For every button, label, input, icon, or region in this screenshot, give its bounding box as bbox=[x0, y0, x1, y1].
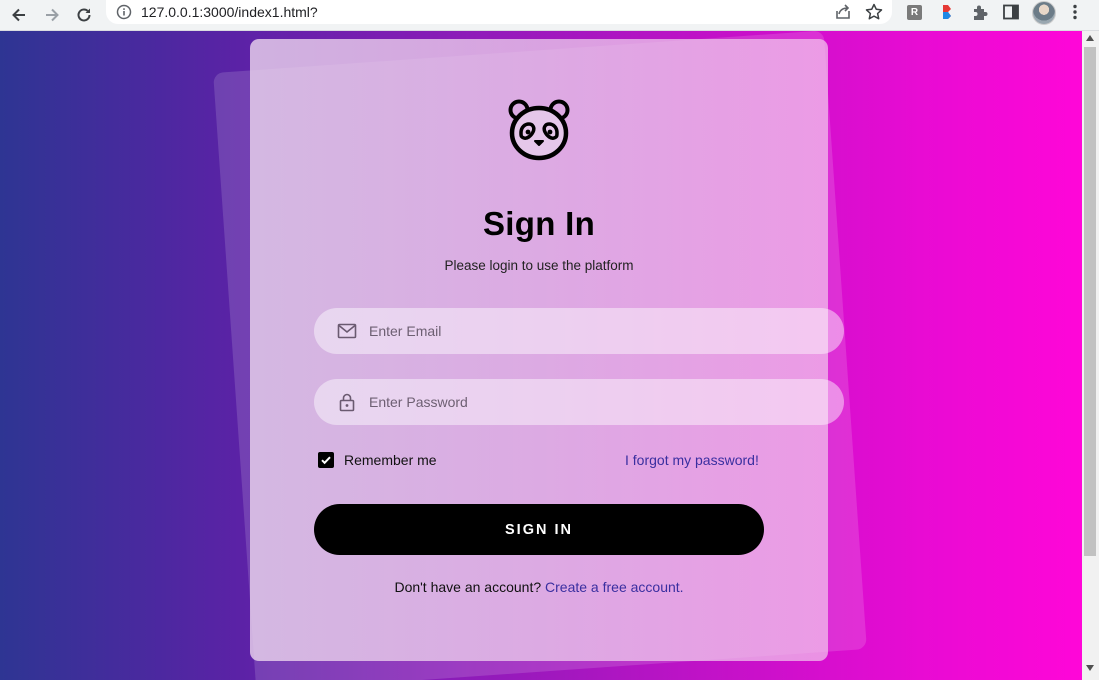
lock-icon bbox=[339, 393, 355, 412]
password-field[interactable] bbox=[314, 379, 844, 425]
scrollbar-thumb[interactable] bbox=[1084, 47, 1096, 556]
envelope-icon bbox=[337, 323, 357, 339]
signup-prompt: Don't have an account? Create a free acc… bbox=[250, 579, 828, 595]
bookmark-star-icon[interactable] bbox=[864, 2, 884, 22]
url-text[interactable]: 127.0.0.1:3000/index1.html? bbox=[141, 4, 318, 20]
email-input[interactable] bbox=[369, 308, 819, 354]
side-panel-icon[interactable] bbox=[1002, 3, 1020, 21]
remember-me: Remember me bbox=[318, 452, 437, 468]
remember-checkbox[interactable] bbox=[318, 452, 334, 468]
address-bar[interactable]: 127.0.0.1:3000/index1.html? bbox=[106, 0, 892, 24]
forgot-password-link[interactable]: I forgot my password! bbox=[625, 452, 759, 468]
forward-icon[interactable] bbox=[40, 3, 64, 27]
vertical-scrollbar[interactable] bbox=[1082, 31, 1099, 680]
login-card: Sign In Please login to use the platform… bbox=[250, 39, 844, 661]
extension-b-icon[interactable] bbox=[940, 4, 954, 20]
scroll-up-arrow-icon[interactable] bbox=[1086, 35, 1094, 41]
panda-icon bbox=[508, 99, 570, 161]
browser-toolbar: 127.0.0.1:3000/index1.html? R bbox=[0, 0, 1099, 31]
extension-r-icon[interactable]: R bbox=[907, 5, 922, 20]
profile-avatar[interactable] bbox=[1032, 1, 1056, 25]
scroll-down-arrow-icon[interactable] bbox=[1086, 665, 1094, 671]
remember-label[interactable]: Remember me bbox=[344, 452, 437, 468]
share-icon[interactable] bbox=[833, 2, 853, 22]
info-icon[interactable] bbox=[116, 4, 132, 20]
checkmark-icon bbox=[321, 456, 331, 465]
extensions-puzzle-icon[interactable] bbox=[970, 3, 990, 23]
sign-in-button[interactable]: SIGN IN bbox=[314, 504, 764, 555]
page-subtitle: Please login to use the platform bbox=[444, 258, 634, 273]
create-account-link[interactable]: Create a free account. bbox=[545, 579, 684, 595]
page-title: Sign In bbox=[482, 205, 596, 242]
page-background: Sign In Please login to use the platform… bbox=[0, 31, 1082, 680]
password-input[interactable] bbox=[369, 379, 819, 425]
reload-icon[interactable] bbox=[72, 3, 96, 27]
back-icon[interactable] bbox=[7, 3, 31, 27]
email-field[interactable] bbox=[314, 308, 844, 354]
no-account-text: Don't have an account? bbox=[394, 579, 542, 595]
menu-kebab-icon[interactable] bbox=[1066, 3, 1084, 21]
